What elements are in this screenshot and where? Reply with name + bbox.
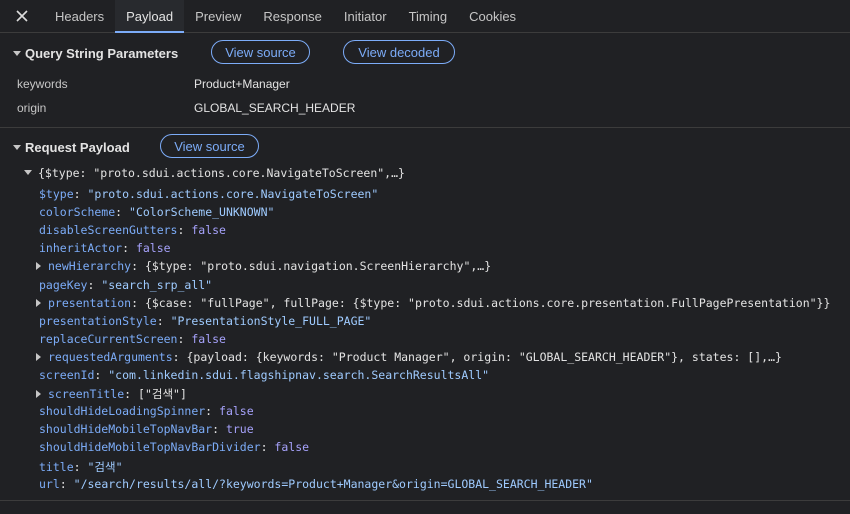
- field-colon: :: [172, 350, 187, 364]
- field-colon: :: [73, 187, 88, 201]
- field-colon: :: [59, 477, 74, 491]
- query-string-section-header[interactable]: Query String Parameters: [0, 44, 178, 62]
- field-value: true: [225, 422, 254, 436]
- field-value: "proto.sdui.actions.core.NavigateToScree…: [87, 187, 379, 201]
- param-key-origin: origin: [17, 101, 47, 115]
- expand-triangle-icon: [36, 262, 41, 270]
- field-value: ["검색"]: [138, 387, 187, 401]
- field-value: false: [135, 241, 171, 255]
- query-view-decoded-button[interactable]: View decoded: [343, 40, 455, 64]
- field-key: disableScreenGutters: [39, 223, 178, 237]
- query-view-source-button[interactable]: View source: [211, 40, 310, 64]
- field-colon: :: [177, 332, 192, 346]
- field-key: screenTitle: [48, 387, 125, 401]
- payload-field-inheritactor: inheritActor: false: [39, 241, 171, 255]
- payload-field-disablescreengutters: disableScreenGutters: false: [39, 223, 226, 237]
- collapse-caret-icon: [13, 50, 21, 56]
- payload-field-newhierarchy[interactable]: newHierarchy: {$type: "proto.sdui.naviga…: [36, 259, 491, 273]
- field-value: {payload: {keywords: "Product Manager", …: [186, 350, 782, 364]
- payload-field-pagekey: pageKey: "search_srp_all": [39, 278, 212, 292]
- request-payload-section-header[interactable]: Request Payload: [0, 138, 130, 156]
- expand-triangle-icon: [24, 170, 32, 175]
- param-value-origin: GLOBAL_SEARCH_HEADER: [194, 101, 356, 115]
- tab-initiator[interactable]: Initiator: [333, 0, 398, 32]
- field-value: "ColorScheme_UNKNOWN": [129, 205, 275, 219]
- field-value: "PresentationStyle_FULL_PAGE": [170, 314, 372, 328]
- payload-field-title: title: "검색": [39, 459, 123, 475]
- collapse-caret-icon: [13, 144, 21, 150]
- field-value: false: [191, 332, 226, 346]
- field-key: shouldHideMobileTopNavBar: [39, 422, 213, 436]
- field-colon: :: [124, 387, 139, 401]
- field-colon: :: [177, 223, 192, 237]
- tab-headers[interactable]: Headers: [44, 0, 115, 32]
- tab-preview[interactable]: Preview: [184, 0, 252, 32]
- field-colon: :: [131, 296, 145, 310]
- field-colon: :: [73, 460, 88, 474]
- field-value: "/search/results/all/?keywords=Product+M…: [73, 477, 593, 491]
- field-colon: :: [115, 205, 130, 219]
- payload-root-summary: {$type: "proto.sdui.actions.core.Navigat…: [38, 166, 405, 180]
- payload-field-colorscheme: colorScheme: "ColorScheme_UNKNOWN": [39, 205, 274, 219]
- field-key: presentationStyle: [39, 314, 157, 328]
- payload-field-url: url: "/search/results/all/?keywords=Prod…: [39, 477, 593, 491]
- payload-view-source-button[interactable]: View source: [160, 134, 259, 158]
- field-key: requestedArguments: [48, 350, 173, 364]
- field-value: "검색": [87, 460, 123, 474]
- field-colon: :: [87, 278, 102, 292]
- payload-field-screenid: screenId: "com.linkedin.sdui.flagshipnav…: [39, 368, 489, 382]
- param-value-keywords: Product+Manager: [194, 77, 290, 91]
- field-value: false: [191, 223, 226, 237]
- payload-root-node[interactable]: {$type: "proto.sdui.actions.core.Navigat…: [24, 166, 405, 180]
- payload-field-screentitle[interactable]: screenTitle: ["검색"]: [36, 386, 187, 402]
- payload-field-replacecurrentscreen: replaceCurrentScreen: false: [39, 332, 226, 346]
- tab-cookies[interactable]: Cookies: [458, 0, 527, 32]
- field-value: {$case: "fullPage", fullPage: {$type: "p…: [144, 296, 831, 310]
- devtools-tab-bar: Headers Payload Preview Response Initiat…: [0, 0, 850, 33]
- field-key: colorScheme: [39, 205, 116, 219]
- tab-timing[interactable]: Timing: [398, 0, 459, 32]
- field-key: url: [39, 477, 60, 491]
- payload-field-shouldhideloadingspinner: shouldHideLoadingSpinner: false: [39, 404, 254, 418]
- field-value: false: [219, 404, 254, 418]
- payload-field-presentationstyle: presentationStyle: "PresentationStyle_FU…: [39, 314, 371, 328]
- field-key: pageKey: [39, 278, 88, 292]
- expand-triangle-icon: [36, 390, 41, 398]
- tab-payload[interactable]: Payload: [115, 0, 185, 33]
- field-value: {$type: "proto.sdui.navigation.ScreenHie…: [144, 259, 492, 273]
- bottom-divider: [0, 500, 850, 501]
- param-key-keywords: keywords: [17, 77, 68, 91]
- field-colon: :: [205, 404, 220, 418]
- field-colon: :: [260, 440, 275, 454]
- field-colon: :: [94, 368, 109, 382]
- field-key: newHierarchy: [48, 259, 132, 273]
- query-string-title: Query String Parameters: [25, 45, 179, 61]
- field-key: shouldHideMobileTopNavBarDivider: [39, 440, 261, 454]
- tab-response[interactable]: Response: [252, 0, 333, 32]
- field-key: shouldHideLoadingSpinner: [39, 404, 206, 418]
- section-divider: [0, 127, 850, 128]
- payload-field-requestedarguments[interactable]: requestedArguments: {payload: {keywords:…: [36, 350, 782, 364]
- field-key: presentation: [48, 296, 132, 310]
- expand-triangle-icon: [36, 299, 41, 307]
- field-key: screenId: [39, 368, 95, 382]
- close-icon[interactable]: [0, 0, 44, 32]
- payload-field-type: $type: "proto.sdui.actions.core.Navigate…: [39, 187, 378, 201]
- payload-field-shouldhidemobiletopnavbardivider: shouldHideMobileTopNavBarDivider: false: [39, 440, 309, 454]
- field-colon: :: [131, 259, 145, 273]
- field-key: $type: [39, 187, 74, 201]
- expand-triangle-icon: [36, 353, 41, 361]
- field-colon: :: [156, 314, 171, 328]
- field-key: replaceCurrentScreen: [39, 332, 178, 346]
- request-payload-title: Request Payload: [25, 139, 130, 155]
- payload-field-shouldhidemobiletopnavbar: shouldHideMobileTopNavBar: true: [39, 422, 254, 436]
- field-key: inheritActor: [39, 241, 123, 255]
- field-value: "com.linkedin.sdui.flagshipnav.search.Se…: [108, 368, 490, 382]
- field-key: title: [39, 460, 74, 474]
- field-colon: :: [122, 241, 136, 255]
- payload-field-presentation[interactable]: presentation: {$case: "fullPage", fullPa…: [36, 296, 830, 310]
- field-colon: :: [212, 422, 226, 436]
- field-value: false: [274, 440, 310, 454]
- field-value: "search_srp_all": [101, 278, 213, 292]
